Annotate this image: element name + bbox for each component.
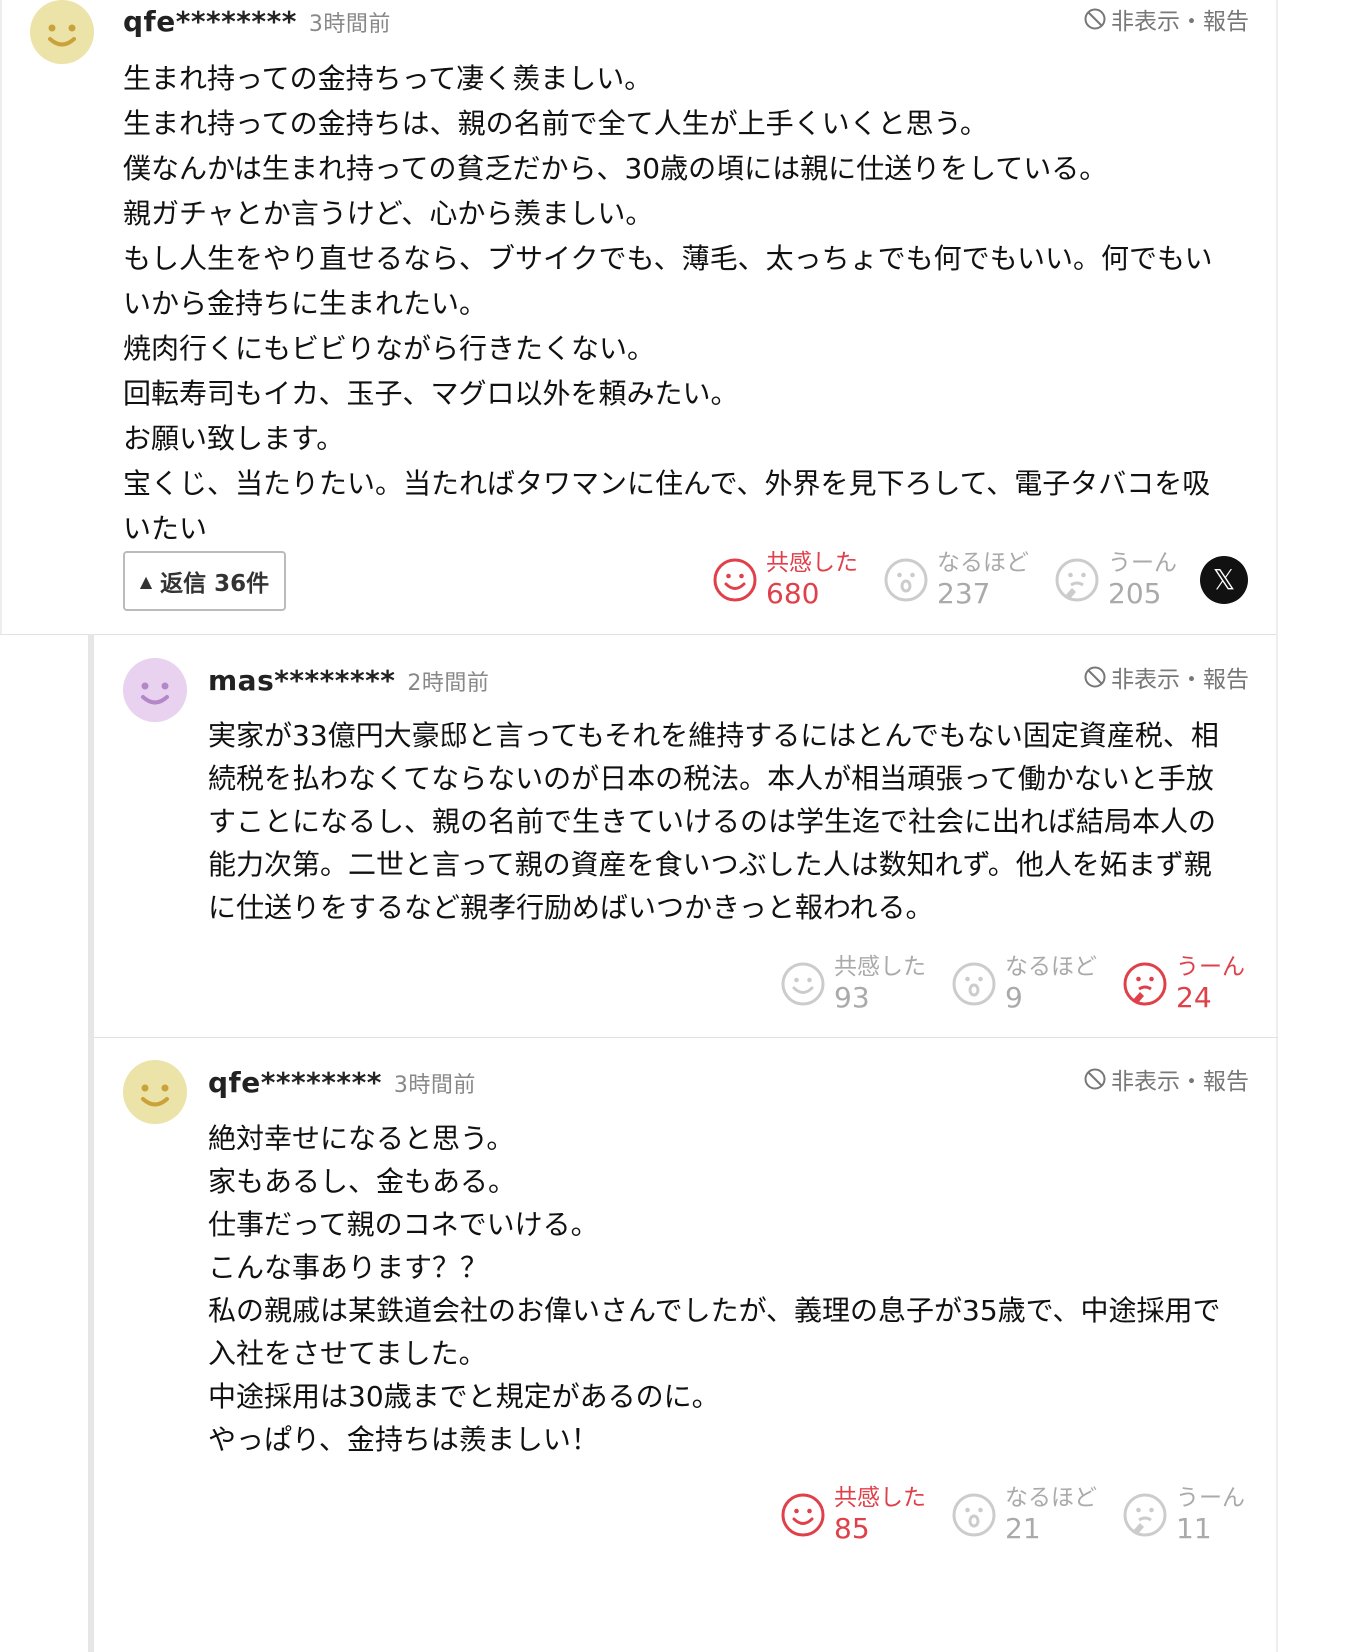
- thinking-face-icon: [1054, 557, 1100, 603]
- smile-face-icon: [780, 961, 826, 1007]
- replies-count-label: 返信 36件: [160, 571, 270, 597]
- smiley-avatar-icon: [30, 0, 94, 64]
- username-text[interactable]: qfe********: [123, 5, 297, 38]
- reaction-count: 9: [1005, 981, 1023, 1014]
- reaction-label: うーん: [1176, 1485, 1245, 1511]
- comment-line: 入社をさせてました。: [208, 1337, 487, 1370]
- comment-line: 中途採用は30歳までと規定があるのに。: [208, 1380, 720, 1413]
- comment-body: 生まれ持っての金持ちって凄く羨ましい。 生まれ持っての金持ちは、親の名前で全て人…: [123, 56, 1253, 551]
- reaction-label: なるほど: [1005, 954, 1097, 980]
- reaction-hmm-button[interactable]: うーん 11: [1122, 1484, 1245, 1546]
- comment-line: 私の親戚は某鉄道会社のお偉いさんでしたが、義理の息子が35歳で、中途採用で: [208, 1294, 1221, 1327]
- surprised-face-icon: [951, 961, 997, 1007]
- comment-line: もし人生をやり直せるなら、ブサイクでも、薄毛、太っちょでも何でもいい。何でもい: [123, 242, 1213, 275]
- avatar[interactable]: [123, 658, 187, 722]
- divider: [1276, 0, 1278, 1652]
- reaction-count: 21: [1005, 1512, 1041, 1545]
- comment-line: 絶対幸せになると思う。: [208, 1122, 515, 1155]
- thinking-face-icon: [1122, 1492, 1168, 1538]
- reaction-label: なるほど: [1005, 1485, 1097, 1511]
- timestamp: 3時間前: [308, 12, 391, 37]
- surprised-face-icon: [951, 1492, 997, 1538]
- comment-line: 僕なんかは生まれ持っての貧乏だから、30歳の頃には親に仕送りをしている。: [123, 152, 1108, 185]
- reaction-empathy-button[interactable]: 共感した 680: [712, 549, 858, 611]
- comment-line: 焼肉行くにもビビりながら行きたくない。: [123, 332, 656, 365]
- comment-line: 続税を払わなくてならないのが日本の税法。本人が相当頑張って働かないと手放: [208, 762, 1214, 795]
- comment-line: いから金持ちに生まれたい。: [123, 287, 488, 320]
- reaction-count: 24: [1176, 981, 1212, 1014]
- comment-body: 絶対幸せになると思う。 家もあるし、金もある。 仕事だって親のコネでいける。 こ…: [208, 1117, 1258, 1461]
- comment-line: 家もあるし、金もある。: [208, 1165, 517, 1198]
- smiley-avatar-icon: [123, 658, 187, 722]
- comment-line: 生まれ持っての金持ちは、親の名前で全て人生が上手くいくと思う。: [123, 107, 988, 140]
- reaction-count: 85: [834, 1512, 870, 1545]
- reaction-hmm-button[interactable]: うーん 24: [1122, 953, 1245, 1015]
- username-text[interactable]: qfe********: [208, 1066, 382, 1099]
- comment-line: 親ガチャとか言うけど、心から羨ましい。: [123, 197, 654, 230]
- hide-report-label[interactable]: 非表示・報告: [1111, 1062, 1249, 1096]
- reaction-label: うーん: [1176, 954, 1245, 980]
- comment-line: に仕送りをするなど親孝行励めばいつかきっと報われる。: [208, 891, 934, 924]
- divider: [0, 0, 2, 634]
- x-share-button[interactable]: 𝕏: [1200, 556, 1248, 604]
- hide-report-link[interactable]: 非表示・報告: [1083, 1062, 1249, 1096]
- reaction-count: 680: [766, 577, 820, 610]
- reply-thread-rail: [88, 634, 94, 1652]
- comment-line: 能力次第。二世と言って親の資産を食いつぶした人は数知れず。他人を妬まず親: [208, 848, 1212, 881]
- comment-line: お願い致します。: [123, 422, 345, 455]
- reaction-label: 共感した: [834, 954, 926, 980]
- reaction-insightful-button[interactable]: なるほど 21: [951, 1484, 1097, 1546]
- triangle-up-icon: ▲: [139, 571, 153, 591]
- thinking-face-icon: [1122, 961, 1168, 1007]
- comment-line: 仕事だって親のコネでいける。: [208, 1208, 599, 1241]
- smile-face-icon: [780, 1492, 826, 1538]
- comment-body: 実家が33億円大豪邸と言ってもそれを維持するにはとんでもない固定資産税、相 続税…: [208, 714, 1258, 929]
- reaction-empathy-button[interactable]: 共感した 93: [780, 953, 926, 1015]
- avatar[interactable]: [123, 1060, 187, 1124]
- smile-face-icon: [712, 557, 758, 603]
- username[interactable]: qfe******** 3時間前: [208, 1066, 476, 1099]
- divider: [0, 634, 1278, 635]
- reaction-count: 237: [937, 577, 991, 610]
- prohibited-icon: [1084, 1068, 1106, 1090]
- timestamp: 3時間前: [393, 1073, 476, 1098]
- x-logo-icon: 𝕏: [1212, 563, 1236, 596]
- comment-line: こんな事あります？？: [208, 1251, 489, 1284]
- reaction-count: 11: [1176, 1512, 1212, 1545]
- smiley-avatar-icon: [123, 1060, 187, 1124]
- username-text[interactable]: mas********: [208, 664, 395, 697]
- reaction-label: 共感した: [834, 1485, 926, 1511]
- comment-line: 回転寿司もイカ、玉子、マグロ以外を頼みたい。: [123, 377, 739, 410]
- comment-line: 宝くじ、当たりたい。当たればタワマンに住んで、外界を見下ろして、電子タバコを吸: [123, 467, 1211, 500]
- reaction-insightful-button[interactable]: なるほど 9: [951, 953, 1097, 1015]
- timestamp: 2時間前: [407, 671, 490, 696]
- replies-toggle-button[interactable]: ▲ 返信 36件: [123, 551, 286, 611]
- divider: [94, 1037, 1278, 1038]
- surprised-face-icon: [883, 557, 929, 603]
- reaction-insightful-button[interactable]: なるほど 237: [883, 549, 1029, 611]
- reaction-empathy-button[interactable]: 共感した 85: [780, 1484, 926, 1546]
- reaction-label: 共感した: [766, 550, 858, 576]
- reaction-hmm-button[interactable]: うーん 205: [1054, 549, 1177, 611]
- reaction-count: 93: [834, 981, 870, 1014]
- comment-line: やっぱり、金持ちは羨ましい！: [208, 1423, 599, 1456]
- username[interactable]: qfe******** 3時間前: [123, 5, 391, 38]
- hide-report-link[interactable]: 非表示・報告: [1083, 660, 1249, 694]
- hide-report-label[interactable]: 非表示・報告: [1111, 660, 1249, 694]
- comment-line: いたい: [123, 512, 208, 545]
- username[interactable]: mas******** 2時間前: [208, 664, 489, 697]
- comment-line: すことになるし、親の名前で生きていけるのは学生迄で社会に出れば結局本人の: [208, 805, 1217, 838]
- hide-report-label[interactable]: 非表示・報告: [1111, 2, 1249, 36]
- reaction-label: なるほど: [937, 550, 1029, 576]
- reaction-count: 205: [1108, 577, 1162, 610]
- prohibited-icon: [1084, 8, 1106, 30]
- comment-line: 実家が33億円大豪邸と言ってもそれを維持するにはとんでもない固定資産税、相: [208, 719, 1219, 752]
- avatar[interactable]: [30, 0, 94, 64]
- comment-line: 生まれ持っての金持ちって凄く羨ましい。: [123, 62, 653, 95]
- prohibited-icon: [1084, 666, 1106, 688]
- hide-report-link[interactable]: 非表示・報告: [1083, 2, 1249, 36]
- reaction-label: うーん: [1108, 550, 1177, 576]
